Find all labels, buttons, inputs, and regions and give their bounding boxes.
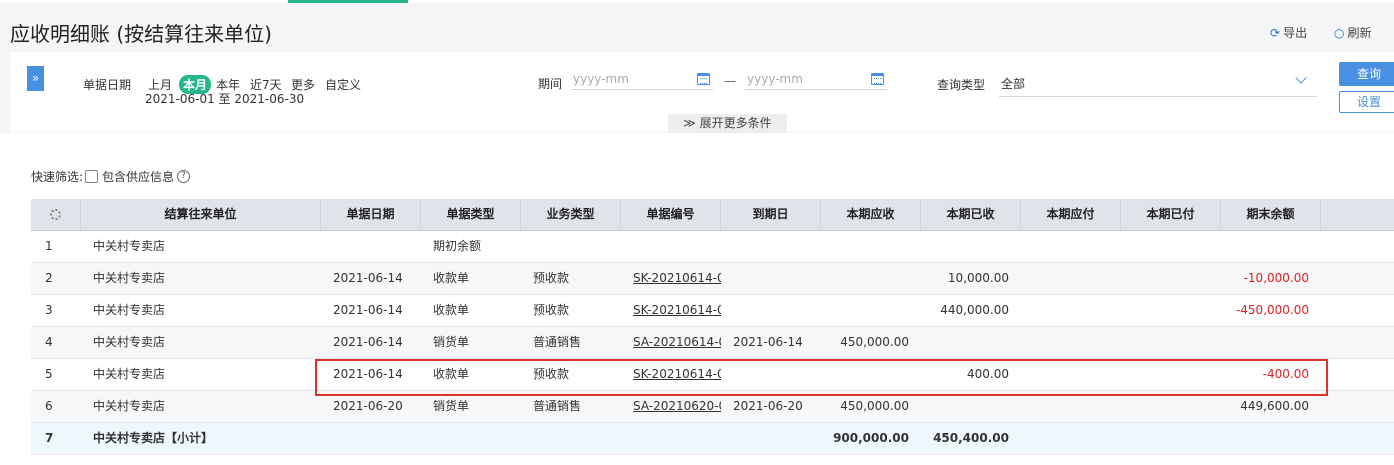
- calendar-icon[interactable]: [871, 73, 884, 85]
- query-type-value: 全部: [1001, 77, 1026, 91]
- biz-type-cell: 预收款: [533, 271, 570, 285]
- column-header[interactable]: 本期应收: [821, 199, 921, 230]
- due-date-cell: 2021-06-14: [733, 335, 803, 349]
- doc-type-cell: 收款单: [433, 367, 470, 381]
- column-header[interactable]: 业务类型: [521, 199, 621, 230]
- doc-number-link[interactable]: SK-20210614-0: [633, 295, 721, 326]
- period-label: 期间: [538, 77, 563, 91]
- column-header[interactable]: 本期已付: [1121, 199, 1221, 230]
- expand-more-conditions-button[interactable]: ≫ 展开更多条件: [668, 114, 787, 133]
- row-number: 1: [45, 239, 53, 253]
- chevron-down-icon: [1295, 72, 1307, 84]
- column-header[interactable]: 期末余额: [1221, 199, 1321, 230]
- export-label: 导出: [1283, 26, 1308, 40]
- unit-cell: 中关村专卖店: [93, 271, 166, 285]
- biz-type-cell: 普通销售: [533, 335, 582, 349]
- period-start-input[interactable]: yyyy-mm: [571, 70, 713, 90]
- row-number: 3: [45, 303, 53, 317]
- unit-cell: 中关村专卖店: [93, 239, 166, 253]
- received-cell: 440,000.00: [940, 303, 1009, 317]
- receivable-cell: 450,000.00: [840, 335, 909, 349]
- expand-sidebar-icon[interactable]: »: [27, 66, 44, 91]
- settings-button[interactable]: 设置: [1339, 91, 1394, 113]
- export-icon: ⟳: [1270, 25, 1281, 40]
- received-cell: 450,400.00: [933, 431, 1009, 445]
- doc-type-cell: 收款单: [433, 303, 470, 317]
- ending-balance-cell: 449,600.00: [1240, 399, 1309, 413]
- biz-type-cell: 普通销售: [533, 399, 582, 413]
- table-row[interactable]: 6 中关村专卖店 2021-06-20 销货单 普通销售 SA-20210620…: [31, 391, 1394, 423]
- period-end-input[interactable]: yyyy-mm: [745, 70, 887, 90]
- help-icon[interactable]: ?: [177, 170, 191, 183]
- column-header[interactable]: 单据类型: [421, 199, 521, 230]
- column-settings-button[interactable]: [31, 199, 81, 230]
- unit-cell: 中关村专卖店: [93, 399, 166, 413]
- date-option-custom[interactable]: 自定义: [325, 76, 361, 93]
- table-row[interactable]: 5 中关村专卖店 2021-06-14 收款单 预收款 SK-20210614-…: [31, 359, 1394, 391]
- refresh-button[interactable]: ○ 刷新: [1334, 24, 1372, 41]
- doc-date-cell: 2021-06-20: [333, 399, 403, 413]
- column-header[interactable]: 本期应付: [1021, 199, 1121, 230]
- row-number: 7: [45, 431, 54, 445]
- calendar-icon[interactable]: [697, 73, 710, 85]
- date-label: 单据日期: [83, 78, 132, 92]
- unit-cell: 中关村专卖店【小计】: [93, 431, 214, 445]
- ending-balance-cell: -400.00: [1262, 367, 1309, 381]
- unit-cell: 中关村专卖店: [93, 335, 166, 349]
- table-header: 结算往来单位 单据日期 单据类型 业务类型 单据编号 到期日 本期应收 本期已收…: [31, 199, 1394, 231]
- column-header[interactable]: 结算往来单位: [81, 199, 321, 230]
- row-number: 6: [45, 399, 53, 413]
- table-row[interactable]: 1 中关村专卖店 期初余额: [31, 231, 1394, 263]
- ending-balance-cell: -450,000.00: [1235, 303, 1309, 317]
- doc-date-cell: 2021-06-14: [333, 303, 403, 317]
- table-row[interactable]: 2 中关村专卖店 2021-06-14 收款单 预收款 SK-20210614-…: [31, 263, 1394, 295]
- date-range-text: 2021-06-01 至 2021-06-30: [145, 92, 305, 106]
- query-type-select[interactable]: 全部: [999, 70, 1317, 97]
- include-supply-label[interactable]: 包含供应信息: [102, 168, 174, 185]
- doc-type-cell: 销货单: [433, 335, 470, 349]
- refresh-label: 刷新: [1347, 26, 1372, 40]
- unit-cell: 中关村专卖店: [93, 367, 166, 381]
- refresh-icon: ○: [1334, 25, 1345, 40]
- export-button[interactable]: ⟳ 导出: [1270, 24, 1307, 41]
- row-number: 2: [45, 271, 53, 285]
- include-supply-checkbox[interactable]: [85, 170, 99, 183]
- doc-type-cell: 期初余额: [433, 239, 482, 253]
- biz-type-cell: 预收款: [533, 367, 570, 381]
- doc-type-cell: 收款单: [433, 271, 470, 285]
- ending-balance-cell: -10,000.00: [1243, 271, 1309, 285]
- biz-type-cell: 预收款: [533, 303, 570, 317]
- period-separator: —: [724, 74, 736, 88]
- column-header[interactable]: 到期日: [721, 199, 821, 230]
- receivable-cell: 900,000.00: [833, 431, 909, 445]
- subtotal-row[interactable]: 7 中关村专卖店【小计】 900,000.00 450,400.00: [31, 423, 1394, 455]
- doc-number-link[interactable]: SK-20210614-0: [633, 359, 721, 390]
- table-row[interactable]: 4 中关村专卖店 2021-06-14 销货单 普通销售 SA-20210614…: [31, 327, 1394, 359]
- received-cell: 400.00: [967, 367, 1009, 381]
- quick-filter-label: 快速筛选:: [31, 170, 84, 184]
- doc-type-cell: 销货单: [433, 399, 470, 413]
- quick-filter: 快速筛选: 包含供应信息 ?: [31, 168, 191, 185]
- row-number: 5: [45, 367, 53, 381]
- row-number: 4: [45, 335, 53, 349]
- due-date-cell: 2021-06-20: [733, 399, 803, 413]
- gear-icon: [50, 209, 61, 220]
- doc-number-link[interactable]: SA-20210620-0: [633, 391, 721, 422]
- receivable-cell: 450,000.00: [840, 399, 909, 413]
- column-header[interactable]: 单据编号: [621, 199, 721, 230]
- page-title: 应收明细账 (按结算往来单位): [10, 22, 272, 46]
- column-header[interactable]: 本期已收: [921, 199, 1021, 230]
- doc-date-cell: 2021-06-14: [333, 335, 403, 349]
- column-header[interactable]: 单据日期: [321, 199, 421, 230]
- table-row[interactable]: 3 中关村专卖店 2021-06-14 收款单 预收款 SK-20210614-…: [31, 295, 1394, 327]
- doc-date-cell: 2021-06-14: [333, 271, 403, 285]
- doc-number-link[interactable]: SK-20210614-0: [633, 263, 721, 294]
- received-cell: 10,000.00: [947, 271, 1009, 285]
- doc-number-link[interactable]: SA-20210614-0: [633, 327, 721, 358]
- query-type-label: 查询类型: [937, 78, 986, 92]
- unit-cell: 中关村专卖店: [93, 303, 166, 317]
- doc-date-cell: 2021-06-14: [333, 367, 403, 381]
- query-button[interactable]: 查询: [1339, 62, 1394, 86]
